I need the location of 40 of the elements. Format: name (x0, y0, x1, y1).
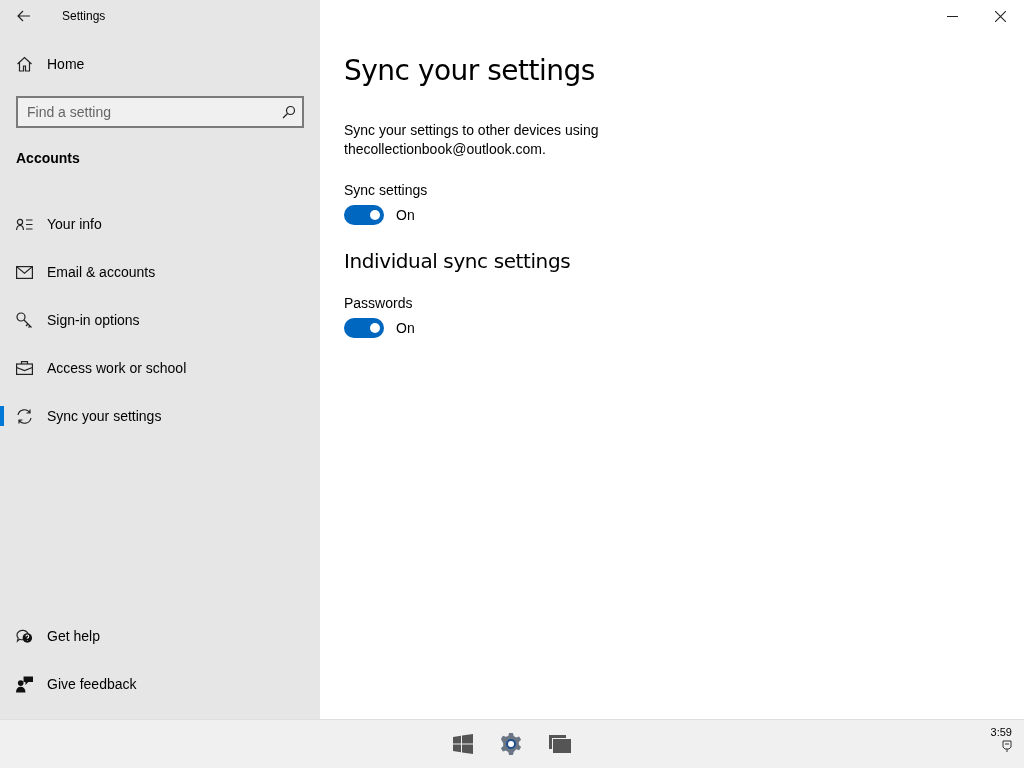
page-title: Sync your settings (344, 54, 596, 87)
feedback-person-icon (16, 675, 33, 693)
nav-item[interactable]: Access work or school (0, 344, 187, 392)
footer-link[interactable]: Get help (0, 612, 100, 660)
sync-icon (16, 407, 33, 425)
key-icon (16, 311, 33, 329)
section-heading: Accounts (16, 150, 81, 166)
toggle-switch[interactable] (344, 205, 384, 225)
person-list-icon (16, 217, 33, 231)
home-link[interactable]: Home (0, 40, 320, 88)
home-icon (16, 56, 33, 72)
gear-icon (499, 732, 523, 756)
setting-label: Sync settings (344, 182, 429, 198)
briefcase-icon (16, 361, 33, 375)
envelope-icon (16, 265, 33, 279)
windows-logo-icon (453, 734, 473, 754)
section-subheading: Individual sync settings (344, 249, 572, 273)
close-icon (994, 10, 1006, 22)
search-field[interactable]: Find a setting (16, 96, 304, 128)
footer-link[interactable]: Give feedback (0, 660, 137, 708)
nav-item[interactable]: Email & accounts (0, 248, 156, 296)
toggle-switch[interactable] (344, 318, 384, 338)
nav-item[interactable]: Your info (0, 200, 102, 248)
task-view-button[interactable] (549, 735, 571, 753)
nav-item[interactable]: Sync your settings (0, 392, 162, 440)
search-icon (282, 105, 296, 119)
toggle-state: On (396, 320, 415, 336)
minimize-icon (946, 15, 958, 17)
back-arrow-icon (17, 10, 31, 22)
settings-taskbar-button[interactable] (499, 732, 523, 756)
help-chat-icon (16, 627, 33, 645)
nav-item[interactable]: Sign-in options (0, 296, 140, 344)
setting-label: Passwords (344, 295, 414, 311)
task-view-icon (549, 735, 571, 753)
clock: 3:59 (990, 726, 1012, 738)
window-title: Settings (62, 9, 106, 23)
toggle-state: On (396, 207, 415, 223)
start-button[interactable] (453, 734, 473, 754)
plug-icon (1002, 740, 1012, 752)
description-text: Sync your settings to other devices using thecollectionbook@outlook.com. (344, 121, 600, 159)
